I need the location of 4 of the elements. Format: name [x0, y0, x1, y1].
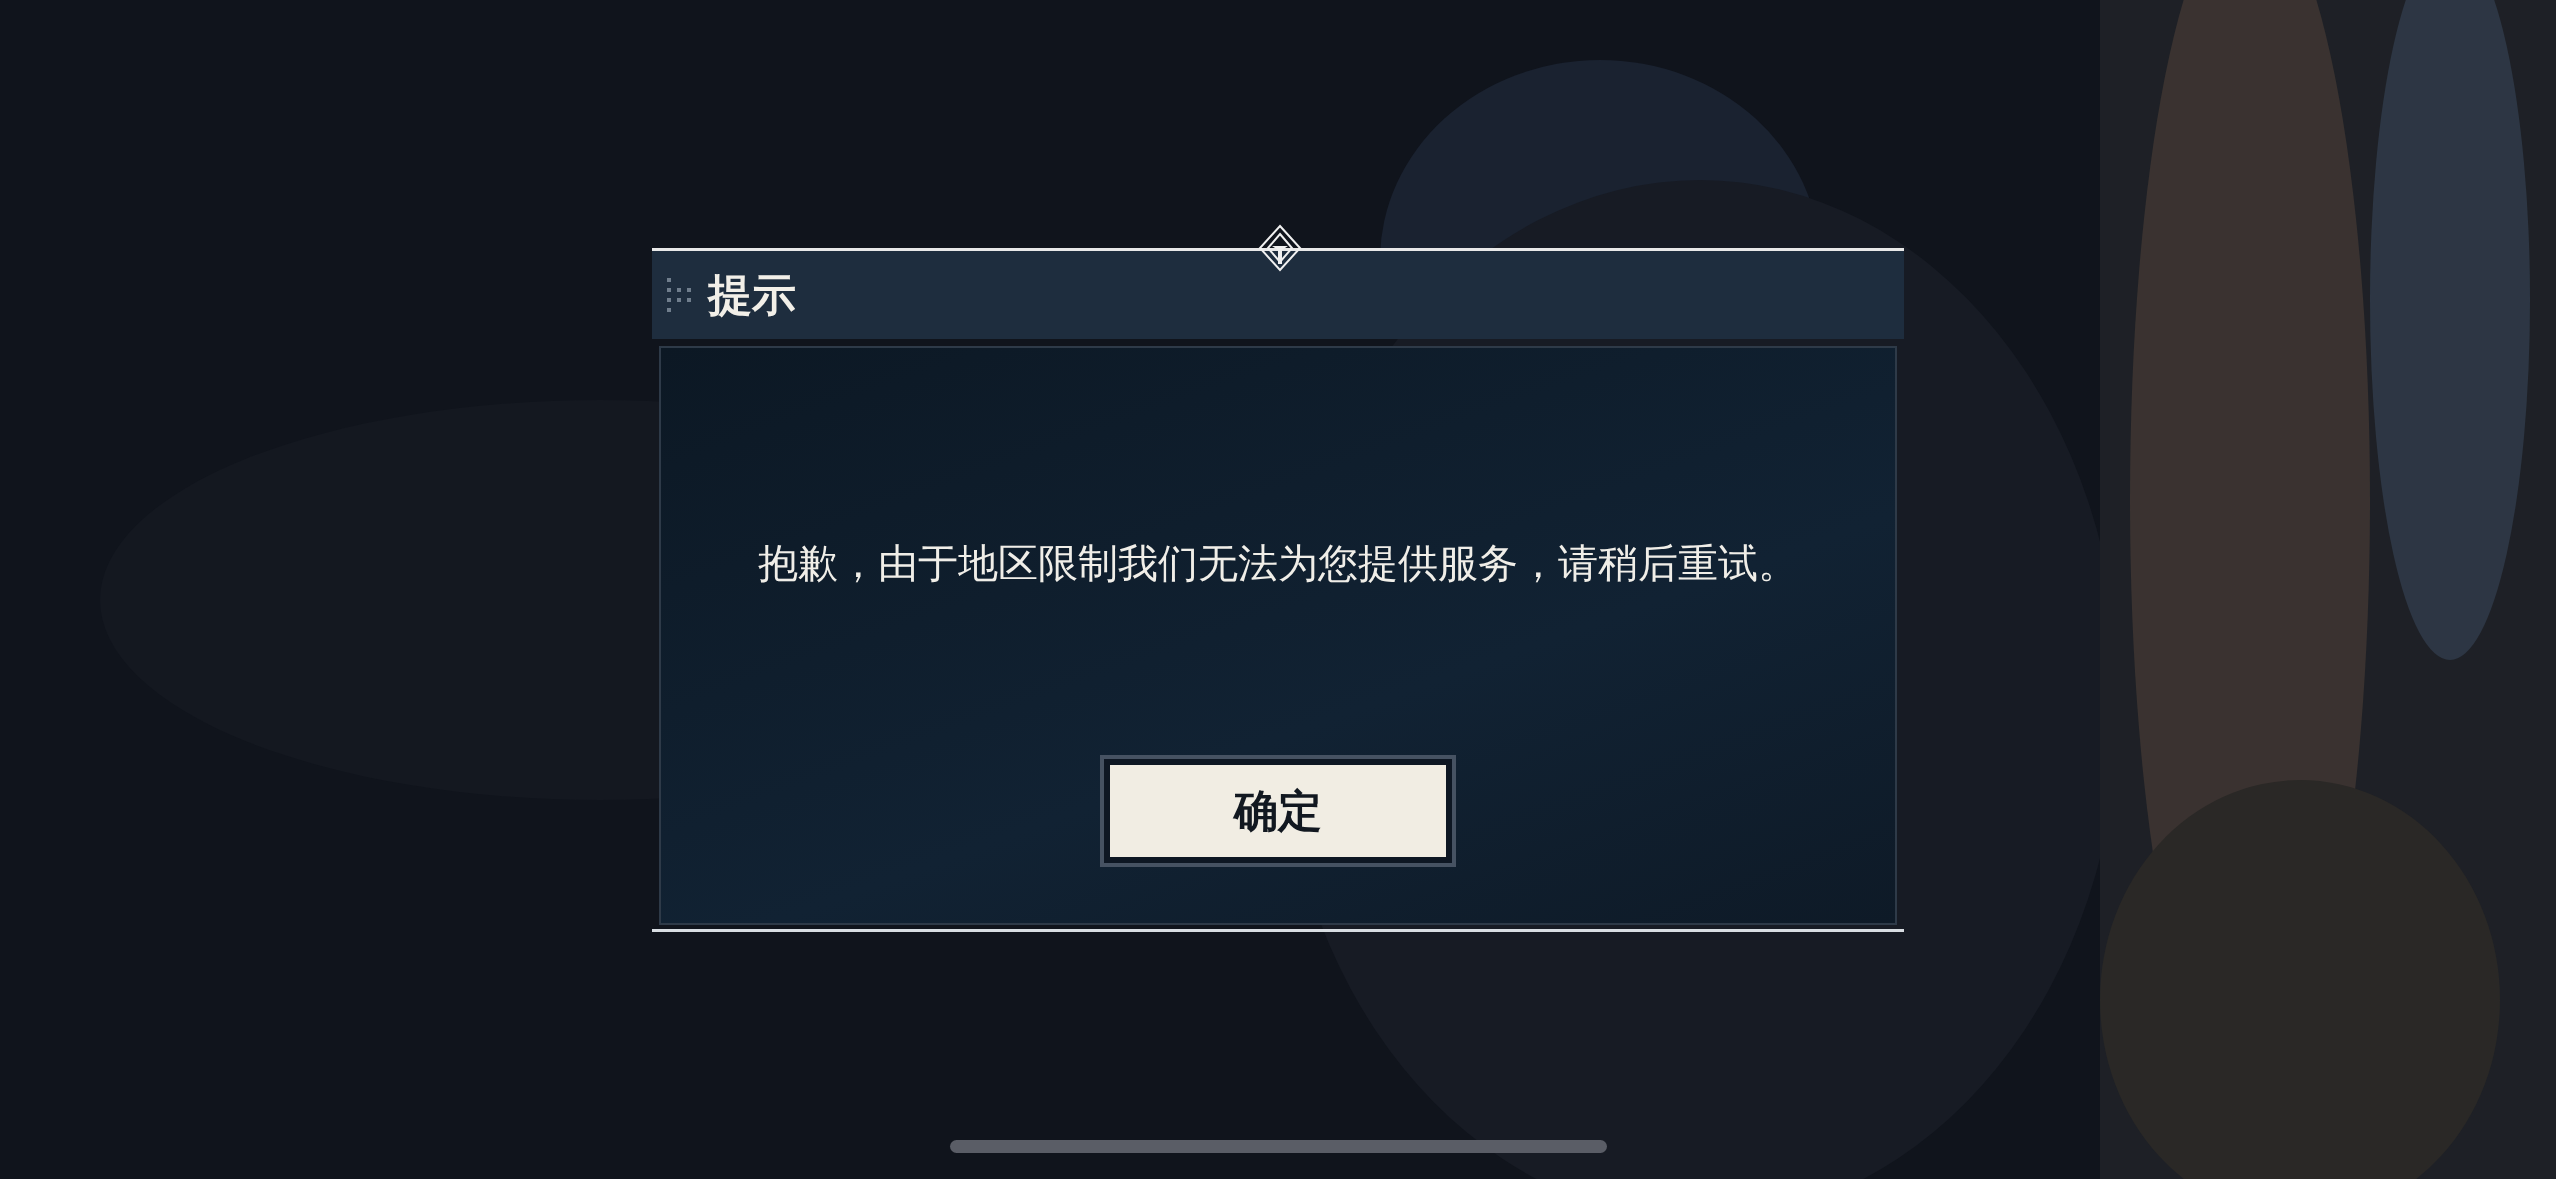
home-indicator[interactable]: [950, 1140, 1607, 1153]
dialog-message: 抱歉，由于地区限制我们无法为您提供服务，请稍后重试。: [758, 539, 1798, 588]
dialog-title: 提示: [708, 267, 796, 322]
dots-icon: [666, 277, 694, 313]
